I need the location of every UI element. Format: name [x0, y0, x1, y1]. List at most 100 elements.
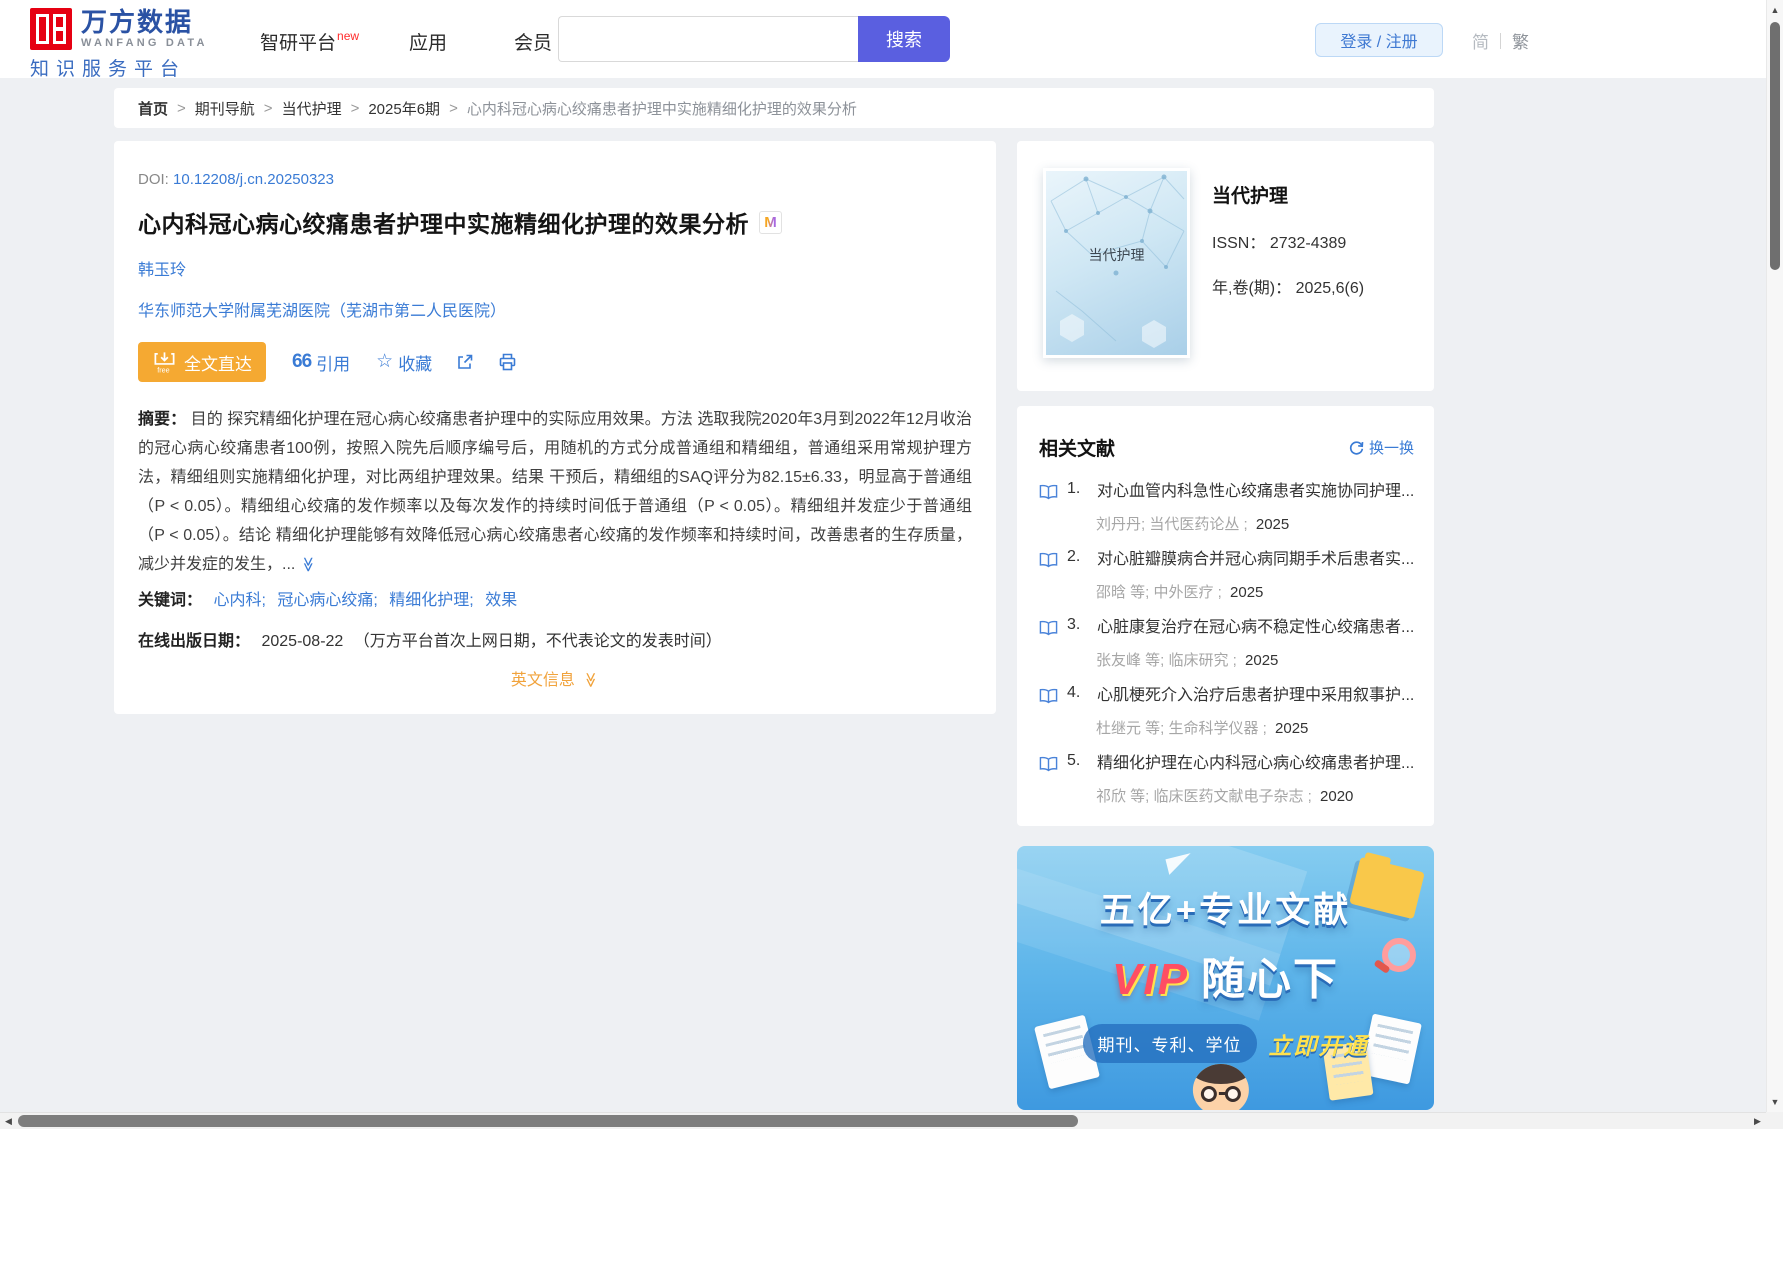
wanfang-logo[interactable]: 万方数据 WANFANG DATA 知识服务平台 [30, 8, 208, 81]
search-bar: 搜索 [558, 16, 950, 62]
top-header: 万方数据 WANFANG DATA 知识服务平台 智研平台new 应用 会员 搜… [0, 0, 1766, 81]
abstract-label: 摘要： [138, 411, 187, 428]
journal-volume-row: 年,卷(期)： 2025,6(6) [1212, 274, 1364, 298]
scroll-right-arrow[interactable]: ▶ [1749, 1113, 1766, 1129]
item-number: 4. [1067, 684, 1081, 701]
nav-zhiyan-platform[interactable]: 智研平台new [260, 28, 359, 55]
share-button[interactable] [456, 353, 474, 371]
cover-journal-title: 当代护理 [1088, 247, 1145, 263]
author-line: 韩玉玲 [138, 256, 972, 280]
star-icon: ☆ [376, 351, 394, 372]
item-year: 2025 [1275, 720, 1309, 737]
fulltext-button[interactable]: free 全文直达 [138, 342, 266, 382]
issn-value: 2732-4389 [1269, 235, 1347, 252]
related-list: 1. 对心血管内科急性心绞痛患者实施协同护理... 刘丹丹; 当代医药论丛 ; … [1039, 480, 1414, 806]
breadcrumb-separator: > [350, 99, 360, 117]
refresh-label: 换一换 [1368, 440, 1414, 457]
article-card: DOI: 10.12208/j.cn.20250323 心内科冠心病心绞痛患者护… [114, 141, 996, 714]
expand-abstract-icon[interactable]: ≫ [293, 557, 322, 573]
print-icon [499, 353, 516, 371]
item-journal: 当代医药论丛 ; [1149, 516, 1248, 533]
item-year: 2025 [1245, 652, 1279, 669]
journal-info: 当代护理 ISSN： 2732-4389 年,卷(期)： 2025,6(6) [1212, 168, 1364, 364]
breadcrumb-separator: > [263, 99, 273, 117]
related-article-link[interactable]: 对心脏瓣膜病合并冠心病同期手术后患者实... [1097, 548, 1414, 572]
new-badge: new [337, 29, 360, 43]
lang-traditional[interactable]: 繁 [1512, 28, 1529, 53]
keyword-link[interactable]: 心内科; [213, 592, 265, 609]
nav-membership[interactable]: 会员 [514, 28, 552, 55]
doi-label: DOI: [138, 171, 169, 188]
favorite-button[interactable]: ☆ 收藏 [376, 350, 432, 375]
scroll-down-arrow[interactable]: ▼ [1767, 1094, 1783, 1110]
vip-promo-banner[interactable]: 五亿+专业文献 VIP 随心下 期刊、专利、学位 立即开通 [1017, 846, 1434, 1110]
banner-headline: 五亿+专业文献 [1099, 891, 1352, 930]
item-journal: 临床研究 ; [1168, 652, 1237, 669]
banner-tags: 期刊、专利、学位 [1082, 1024, 1257, 1063]
metrics-badge-icon[interactable]: M [759, 210, 782, 234]
keywords-label: 关键词： [138, 592, 203, 609]
related-article-link[interactable]: 精细化护理在心内科冠心病心绞痛患者护理... [1097, 752, 1414, 776]
item-journal: 临床医药文献电子杂志 ; [1153, 788, 1312, 805]
journal-name[interactable]: 当代护理 [1212, 181, 1364, 208]
ad-mascot [1188, 1058, 1252, 1110]
item-authors: 张友峰 等; [1096, 652, 1165, 669]
keyword-link[interactable]: 冠心病心绞痛; [277, 592, 377, 609]
share-icon [458, 354, 473, 369]
related-title: 相关文献 [1039, 439, 1116, 460]
horizontal-scrollbar[interactable]: ◀ ▶ [0, 1112, 1766, 1129]
affiliation-link[interactable]: 华东师范大学附属芜湖医院（芜湖市第二人民医院） [138, 297, 972, 321]
article-actions: free 全文直达 66 引用 ☆ 收藏 [138, 342, 972, 382]
refresh-related-button[interactable]: 换一换 [1349, 437, 1414, 458]
open-vip-button[interactable]: 立即开通 [1269, 1027, 1369, 1061]
book-icon [1039, 688, 1058, 704]
item-year: 2025 [1230, 584, 1264, 601]
login-register-button[interactable]: 登录 / 注册 [1315, 23, 1443, 57]
brand-name: 万方数据 [81, 7, 194, 37]
journal-card: 当代护理 当代护理 ISSN： 2732-4389 年,卷(期)： 2025,6… [1017, 141, 1434, 391]
breadcrumb-separator: > [177, 99, 186, 117]
banner-text: 五亿+专业文献 VIP 随心下 期刊、专利、学位 立即开通 [1017, 846, 1434, 1063]
doi-link[interactable]: 10.12208/j.cn.20250323 [173, 171, 334, 188]
page: 万方数据 WANFANG DATA 知识服务平台 智研平台new 应用 会员 搜… [0, 0, 1783, 1280]
breadcrumb-issue[interactable]: 2025年6期 [368, 98, 440, 119]
lang-divider [1500, 32, 1501, 49]
search-button[interactable]: 搜索 [858, 16, 950, 62]
journal-issn-row: ISSN： 2732-4389 [1212, 229, 1364, 253]
pubdate-value: 2025-08-22 [261, 633, 344, 650]
horizontal-scroll-thumb[interactable] [18, 1115, 1078, 1127]
keyword-link[interactable]: 精细化护理; [389, 592, 473, 609]
related-header: 相关文献 换一换 [1039, 434, 1414, 461]
nav-apps[interactable]: 应用 [409, 28, 447, 55]
abstract-text: 目的 探究精细化护理在冠心病心绞痛患者护理中的实际应用效果。方法 选取我院202… [138, 411, 972, 573]
item-number: 2. [1067, 548, 1081, 565]
article-title: 心内科冠心病心绞痛患者护理中实施精细化护理的效果分析 [138, 211, 749, 237]
quote-icon: 66 [292, 351, 312, 372]
journal-cover-image[interactable]: 当代护理 [1043, 168, 1190, 358]
related-article-link[interactable]: 对心血管内科急性心绞痛患者实施协同护理... [1097, 480, 1414, 504]
bottom-margin [0, 1129, 1783, 1280]
cite-button[interactable]: 66 引用 [292, 350, 350, 375]
lang-simplified[interactable]: 简 [1472, 28, 1489, 53]
scroll-up-arrow[interactable]: ▲ [1767, 2, 1783, 18]
related-item: 4. 心肌梗死介入治疗后患者护理中采用叙事护... 杜继元 等; 生命科学仪器 … [1039, 684, 1414, 738]
search-input[interactable] [558, 16, 858, 62]
breadcrumb-journal[interactable]: 当代护理 [282, 98, 342, 119]
related-item: 2. 对心脏瓣膜病合并冠心病同期手术后患者实... 邵晗 等; 中外医疗 ; 2… [1039, 548, 1414, 602]
english-info-toggle[interactable]: 英文信息 ≫ [138, 666, 972, 690]
keyword-link[interactable]: 效果 [485, 592, 517, 609]
related-item: 3. 心脏康复治疗在冠心病不稳定性心绞痛患者... 张友峰 等; 临床研究 ; … [1039, 616, 1414, 670]
author-link[interactable]: 韩玉玲 [138, 262, 186, 279]
item-authors: 祁欣 等; [1096, 788, 1150, 805]
vertical-scroll-thumb[interactable] [1770, 22, 1780, 270]
breadcrumb-home[interactable]: 首页 [138, 98, 168, 119]
breadcrumb-journal-nav[interactable]: 期刊导航 [195, 98, 255, 119]
print-button[interactable] [498, 353, 517, 371]
item-meta: 张友峰 等; 临床研究 ; 2025 [1096, 649, 1414, 670]
related-article-link[interactable]: 心脏康复治疗在冠心病不稳定性心绞痛患者... [1097, 616, 1414, 640]
related-article-link[interactable]: 心肌梗死介入治疗后患者护理中采用叙事护... [1097, 684, 1414, 708]
breadcrumb-current-article: 心内科冠心病心绞痛患者护理中实施精细化护理的效果分析 [466, 100, 857, 118]
breadcrumb-separator: > [449, 99, 458, 117]
vertical-scrollbar[interactable]: ▲ ▼ [1766, 0, 1783, 1112]
scroll-left-arrow[interactable]: ◀ [0, 1113, 17, 1129]
